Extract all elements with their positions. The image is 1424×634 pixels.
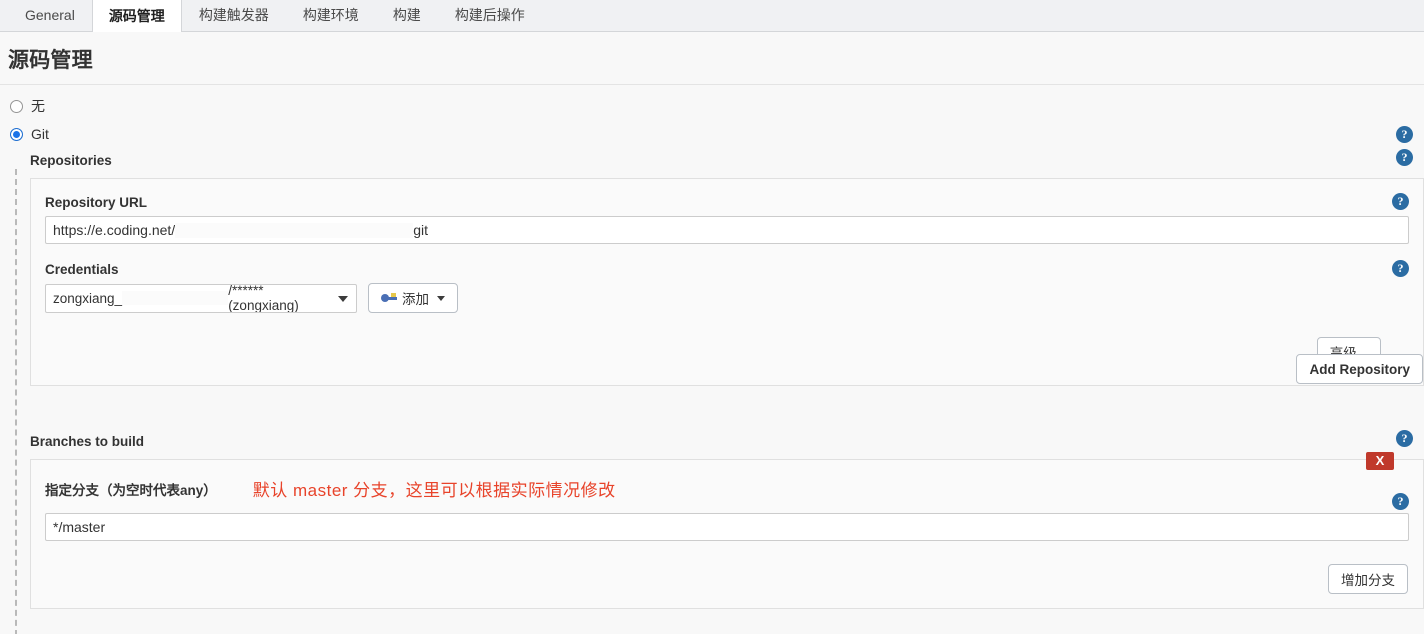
add-branch-button[interactable]: 增加分支 [1328,564,1408,594]
credentials-redaction [122,291,229,305]
page-title: 源码管理 [8,49,93,72]
branch-specifier-label: 指定分支（为空时代表any） [45,482,217,498]
branch-annotation: 默认 master 分支，这里可以根据实际情况修改 [252,481,616,500]
scm-option-none[interactable]: 无 [0,91,1424,121]
help-icon-branch-specifier[interactable]: ? [1392,493,1409,510]
tab-build[interactable]: 构建 [376,0,438,31]
credentials-select-wrap: zongxiang_ /****** (zongxiang) [45,283,357,313]
repositories-section-label: Repositories [30,153,112,168]
add-credentials-button[interactable]: 添加 [368,283,458,313]
help-icon-credentials[interactable]: ? [1392,260,1409,277]
credentials-field: Credentials ? zongxiang_ /****** (zongxia… [45,260,1409,313]
branch-specifier-input[interactable]: */master [45,513,1409,541]
tab-post-build[interactable]: 构建后操作 [438,0,542,31]
key-icon [381,293,397,303]
radio-git[interactable] [10,127,23,141]
tab-build-environment[interactable]: 构建环境 [286,0,376,31]
help-icon-branches[interactable]: ? [1396,430,1413,447]
repository-url-value-suffix: git [413,222,428,238]
add-repository-label: Add Repository [1309,361,1410,377]
title-divider [0,84,1424,85]
credentials-value-suffix: /****** (zongxiang) [228,283,299,313]
help-icon-repositories[interactable]: ? [1396,149,1413,166]
repository-url-redaction [175,222,414,238]
add-repository-button[interactable]: Add Repository [1296,354,1423,384]
repository-url-field: Repository URL ? https://e.coding.net/gi… [45,193,1409,244]
repository-url-label: Repository URL [45,195,148,210]
credentials-label: Credentials [45,262,119,277]
repositories-section: Repositories ? Repository URL ? https://… [30,147,1424,386]
scm-config-page: 源码管理 无 Git ? Repositories ? Repository U… [0,32,1424,634]
git-block-guide [15,169,17,634]
help-icon-repository-url[interactable]: ? [1392,193,1409,210]
repository-url-input[interactable]: https://e.coding.net/git [45,216,1409,244]
radio-none[interactable] [10,99,23,113]
caret-down-icon [437,295,445,301]
scm-option-git-label: Git [31,126,49,142]
branch-panel: X 指定分支（为空时代表any） 默认 master 分支，这里可以根据实际情况… [30,452,1424,609]
delete-branch-button[interactable]: X [1366,452,1394,470]
add-branch-row: 增加分支 [45,564,1409,594]
branch-specifier-header: 指定分支（为空时代表any） 默认 master 分支，这里可以根据实际情况修改… [45,476,1409,510]
tab-source-code-mgmt[interactable]: 源码管理 [91,0,182,32]
branches-section-label: Branches to build [30,434,145,449]
add-repository-row: Add Repository [30,354,1424,384]
tab-build-triggers[interactable]: 构建触发器 [182,0,286,31]
config-tab-bar: General 源码管理 构建触发器 构建环境 构建 构建后操作 [0,0,1424,32]
tab-general[interactable]: General [8,0,92,31]
branch-specifier-value: */master [53,519,106,535]
help-icon-git[interactable]: ? [1396,126,1413,143]
branches-section: Branches to build ? X 指定分支（为空时代表any） 默认 … [30,428,1424,609]
scm-option-git[interactable]: Git ? [0,121,1424,147]
add-branch-label: 增加分支 [1341,573,1395,588]
credentials-value-prefix: zongxiang_ [53,290,123,306]
add-credentials-label: 添加 [402,292,429,307]
scm-option-none-label: 无 [31,98,45,114]
repository-url-value-prefix: https://e.coding.net/ [53,222,176,238]
credentials-select[interactable]: zongxiang_ /****** (zongxiang) [45,283,357,313]
